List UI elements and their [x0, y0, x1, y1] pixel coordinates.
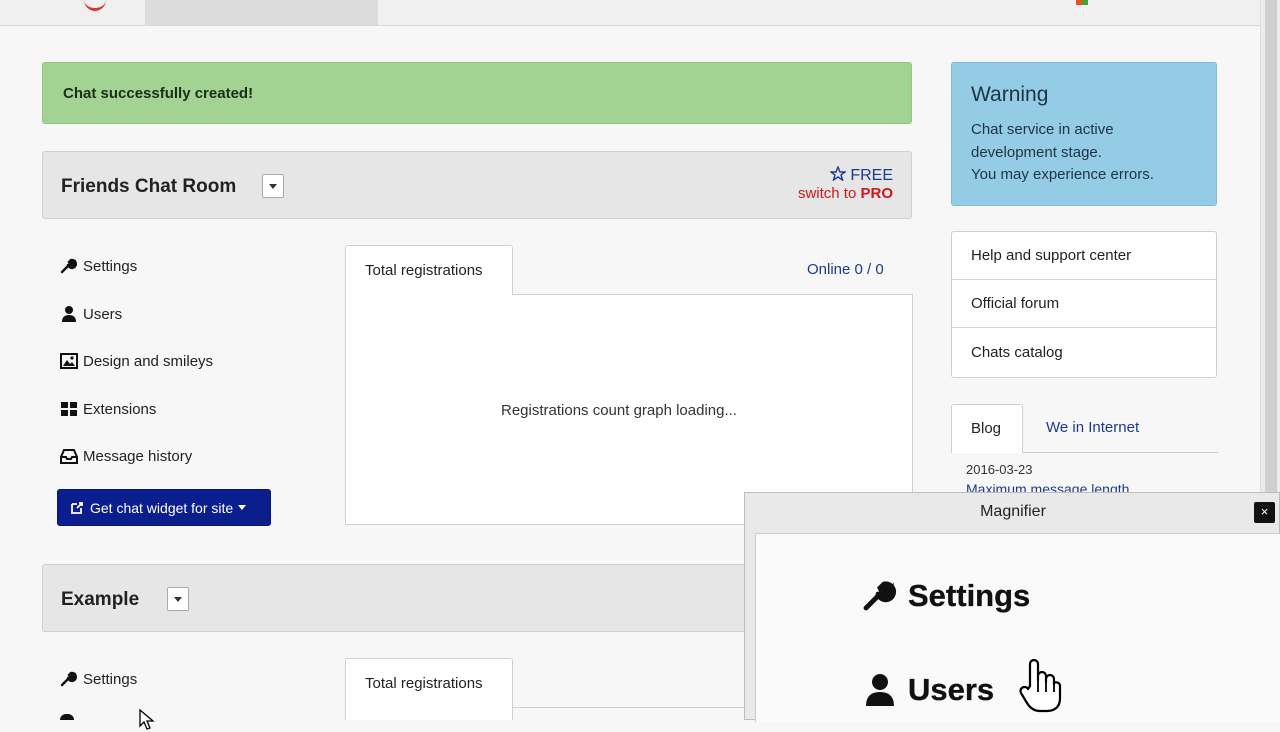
tab-we-in-internet[interactable]: We in Internet	[1046, 419, 1139, 436]
menu-item-settings[interactable]: Settings	[60, 668, 137, 690]
zoomed-label: Users	[908, 672, 995, 707]
link-label: Help and support center	[971, 247, 1132, 264]
user-icon	[60, 714, 74, 720]
menu-item-design[interactable]: Design and smileys	[60, 350, 213, 372]
grid-icon	[61, 402, 77, 416]
plan-info: FREE switch to PRO	[798, 165, 893, 202]
menu-item-history[interactable]: Message history	[60, 445, 192, 467]
inbox-icon	[60, 449, 78, 464]
chat-options-dropdown[interactable]	[262, 174, 284, 198]
hand-cursor-icon	[1019, 658, 1062, 713]
tab-blog[interactable]: Blog	[951, 404, 1023, 453]
nav-tab-active[interactable]	[145, 0, 378, 25]
wrench-icon	[60, 258, 78, 274]
zoomed-users: Users	[862, 672, 994, 708]
switch-prefix: switch to	[797, 185, 861, 202]
blog-date: 2016-03-23	[966, 462, 1033, 477]
warning-title: Warning	[971, 83, 1049, 106]
zoomed-settings: Settings	[862, 578, 1030, 614]
close-button[interactable]: ×	[1254, 502, 1275, 523]
language-flag-icon[interactable]	[1076, 0, 1088, 5]
menu-item-label: Users	[83, 305, 123, 323]
help-links: Help and support center Official forum C…	[951, 231, 1217, 378]
link-official-forum[interactable]: Official forum	[952, 280, 1216, 328]
wrench-icon	[863, 581, 897, 611]
warning-line: You may experience errors.	[971, 166, 1154, 183]
menu-item-users[interactable]: Users	[60, 303, 122, 325]
tab-label: Total registrations	[365, 675, 483, 692]
magnifier-window[interactable]: Magnifier × Settings Users	[744, 492, 1280, 722]
magnifier-view: Settings Users	[755, 533, 1280, 722]
star-icon	[828, 165, 847, 182]
tab-total-registrations[interactable]: Total registrations	[345, 658, 513, 720]
top-navbar	[0, 0, 1260, 26]
user-icon	[866, 674, 894, 706]
plan-badge: FREE	[798, 165, 893, 185]
user-icon	[62, 306, 76, 322]
menu-item-label: Settings	[83, 670, 138, 688]
get-widget-button[interactable]: Get chat widget for site	[57, 489, 271, 526]
wrench-icon	[60, 671, 78, 687]
online-count: Online 0 / 0	[807, 261, 884, 278]
mouse-cursor-icon	[139, 708, 155, 730]
plan-name: FREE	[850, 167, 893, 184]
switch-to-pro-link[interactable]: switch to PRO	[798, 185, 893, 202]
get-widget-label: Get chat widget for site	[90, 499, 234, 516]
menu-item-settings[interactable]: Settings	[60, 255, 137, 277]
success-alert: Chat successfully created!	[42, 62, 912, 124]
warning-alert: Warning Chat service in active developme…	[951, 62, 1217, 206]
warning-line: Chat service in active	[971, 121, 1114, 138]
tab-divider	[512, 707, 744, 708]
magnifier-title: Magnifier	[980, 503, 1046, 520]
menu-item-label: Design and smileys	[83, 352, 214, 370]
link-label: Official forum	[971, 295, 1060, 312]
chat-panel-header: Friends Chat Room FREE switch to PRO	[42, 151, 912, 219]
chat-name: Friends Chat Room	[61, 176, 237, 197]
link-help-center[interactable]: Help and support center	[952, 232, 1216, 280]
chat-options-dropdown[interactable]	[167, 587, 189, 611]
switch-plan: PRO	[860, 185, 893, 202]
caret-down-icon	[238, 505, 247, 510]
warning-line: development stage.	[971, 144, 1102, 161]
tab-label: Total registrations	[365, 262, 483, 279]
link-label: Chats catalog	[971, 344, 1063, 361]
chat-name: Example	[61, 589, 140, 610]
menu-item-label: Extensions	[83, 400, 157, 418]
success-alert-text: Chat successfully created!	[63, 85, 254, 102]
menu-item-label: Settings	[83, 257, 138, 275]
image-icon	[60, 353, 78, 369]
menu-item-label: Message history	[83, 447, 193, 465]
tab-total-registrations[interactable]: Total registrations	[345, 245, 513, 295]
blog-post-link[interactable]: Maximum message length	[966, 481, 1129, 492]
link-chats-catalog[interactable]: Chats catalog	[952, 329, 1216, 377]
external-link-icon	[71, 501, 83, 514]
tab-label: Blog	[971, 420, 1002, 437]
graph-loading-text: Registrations count graph loading...	[501, 402, 737, 419]
zoomed-label: Settings	[908, 578, 1031, 613]
menu-item-extensions[interactable]: Extensions	[60, 398, 156, 420]
logo[interactable]	[84, 0, 106, 11]
